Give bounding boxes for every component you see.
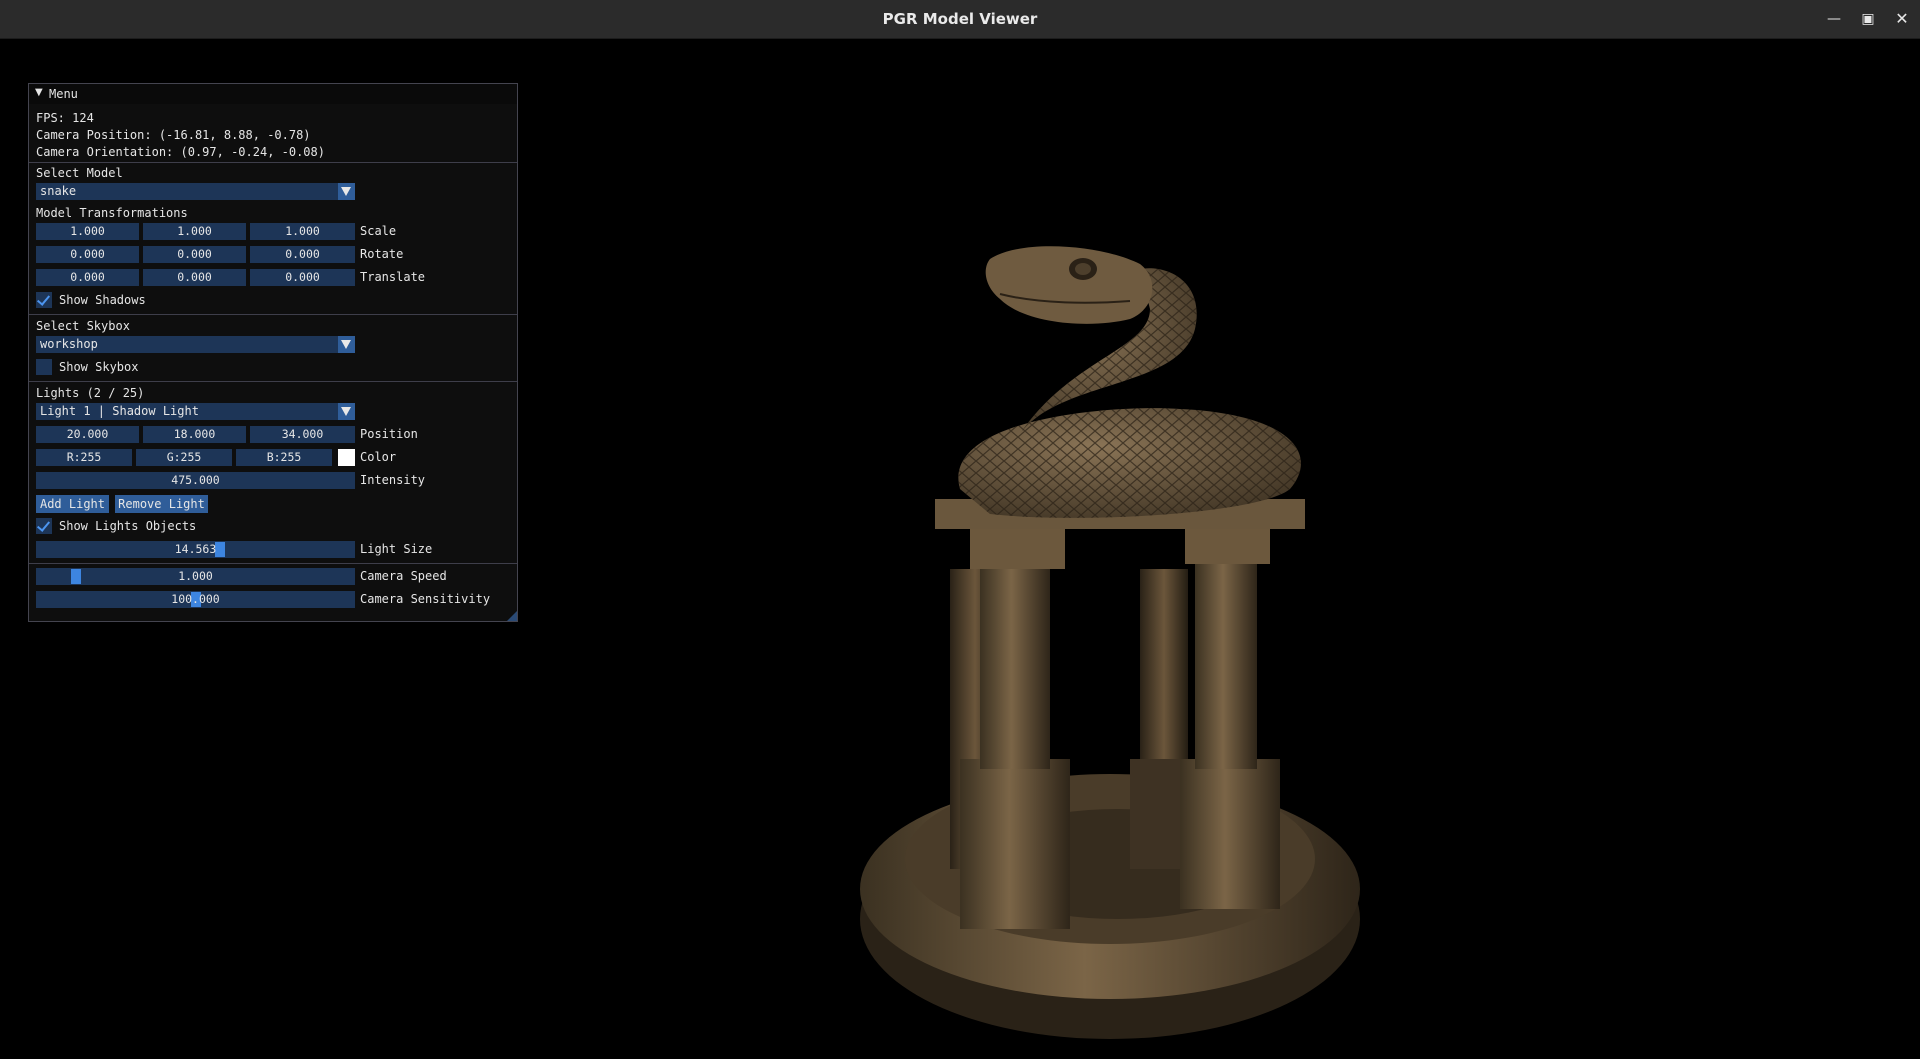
camera-sensitivity-slider[interactable]: 100.000 (36, 591, 355, 608)
light-position-y-input[interactable]: 18.000 (143, 426, 246, 443)
light-position-x-input[interactable]: 20.000 (36, 426, 139, 443)
menu-title: Menu (49, 87, 78, 101)
light-select[interactable]: Light 1 | Shadow Light (36, 403, 355, 420)
light-select-value: Light 1 | Shadow Light (40, 404, 199, 418)
separator (29, 381, 517, 382)
menu-panel[interactable]: ▼ Menu FPS: 124 Camera Position: (-16.81… (28, 83, 518, 622)
camera-sensitivity-label: Camera Sensitivity (360, 592, 491, 606)
title-bar: PGR Model Viewer — ▣ ✕ (0, 0, 1920, 39)
light-size-value: 14.563 (174, 542, 217, 556)
camera-orientation-readout: Camera Orientation: (0.97, -0.24, -0.08) (36, 145, 325, 159)
color-b-input[interactable]: B:255 (236, 449, 332, 466)
show-lights-objects-checkbox[interactable] (36, 518, 52, 534)
skybox-select[interactable]: workshop (36, 336, 355, 353)
light-size-slider-grab[interactable] (215, 542, 226, 557)
color-label: Color (360, 450, 397, 464)
minimize-icon[interactable]: — (1823, 8, 1845, 30)
camera-speed-value: 1.000 (178, 569, 213, 583)
maximize-icon[interactable]: ▣ (1857, 8, 1879, 30)
light-position-label: Position (360, 427, 418, 441)
model-select[interactable]: snake (36, 183, 355, 200)
window-title: PGR Model Viewer (882, 10, 1038, 28)
scale-y-input[interactable]: 1.000 (143, 223, 246, 240)
light-size-slider[interactable]: 14.563 (36, 541, 355, 558)
camera-position-readout: Camera Position: (-16.81, 8.88, -0.78) (36, 128, 311, 142)
rotate-z-input[interactable]: 0.000 (250, 246, 355, 263)
chevron-down-icon[interactable] (338, 336, 355, 353)
collapse-arrow-icon[interactable]: ▼ (35, 87, 43, 98)
light-size-label: Light Size (360, 542, 433, 556)
rotate-x-input[interactable]: 0.000 (36, 246, 139, 263)
rotate-label: Rotate (360, 247, 404, 261)
remove-light-button[interactable]: Remove Light (115, 495, 208, 513)
translate-z-input[interactable]: 0.000 (250, 269, 355, 286)
intensity-input[interactable]: 475.000 (36, 472, 355, 489)
checkmark-icon (36, 292, 51, 306)
color-g-input[interactable]: G:255 (136, 449, 232, 466)
chevron-down-icon[interactable] (338, 183, 355, 200)
camera-speed-slider-grab[interactable] (70, 569, 81, 584)
show-shadows-checkbox[interactable] (36, 292, 52, 308)
select-model-label: Select Model (36, 166, 123, 180)
fps-readout: FPS: 124 (36, 111, 94, 125)
translate-y-input[interactable]: 0.000 (143, 269, 246, 286)
intensity-label: Intensity (360, 473, 426, 487)
lights-count-label: Lights (2 / 25) (36, 386, 145, 400)
scale-x-input[interactable]: 1.000 (36, 223, 139, 240)
select-skybox-label: Select Skybox (36, 319, 130, 333)
close-icon[interactable]: ✕ (1891, 8, 1913, 30)
show-shadows-label: Show Shadows (59, 293, 146, 307)
snake-temple-model (860, 246, 1360, 1039)
show-lights-objects-label: Show Lights Objects (59, 519, 197, 533)
model-select-value: snake (40, 184, 77, 198)
translate-label: Translate (360, 270, 426, 284)
chevron-down-icon[interactable] (338, 403, 355, 420)
separator (29, 563, 517, 564)
model-transformations-label: Model Transformations (36, 206, 188, 220)
checkmark-icon (36, 518, 51, 532)
camera-sensitivity-value: 100.000 (171, 592, 220, 606)
rotate-y-input[interactable]: 0.000 (143, 246, 246, 263)
camera-speed-slider[interactable]: 1.000 (36, 568, 355, 585)
color-swatch[interactable] (338, 449, 355, 466)
resize-grip[interactable] (507, 611, 517, 621)
color-r-input[interactable]: R:255 (36, 449, 132, 466)
translate-x-input[interactable]: 0.000 (36, 269, 139, 286)
show-skybox-checkbox[interactable] (36, 359, 52, 375)
show-skybox-label: Show Skybox (59, 360, 139, 374)
camera-speed-label: Camera Speed (360, 569, 447, 583)
scale-z-input[interactable]: 1.000 (250, 223, 355, 240)
separator (29, 162, 517, 163)
add-light-button[interactable]: Add Light (36, 495, 109, 513)
menu-header[interactable]: ▼ Menu (29, 84, 517, 104)
skybox-select-value: workshop (40, 337, 98, 351)
light-position-z-input[interactable]: 34.000 (250, 426, 355, 443)
scale-label: Scale (360, 224, 397, 238)
separator (29, 314, 517, 315)
